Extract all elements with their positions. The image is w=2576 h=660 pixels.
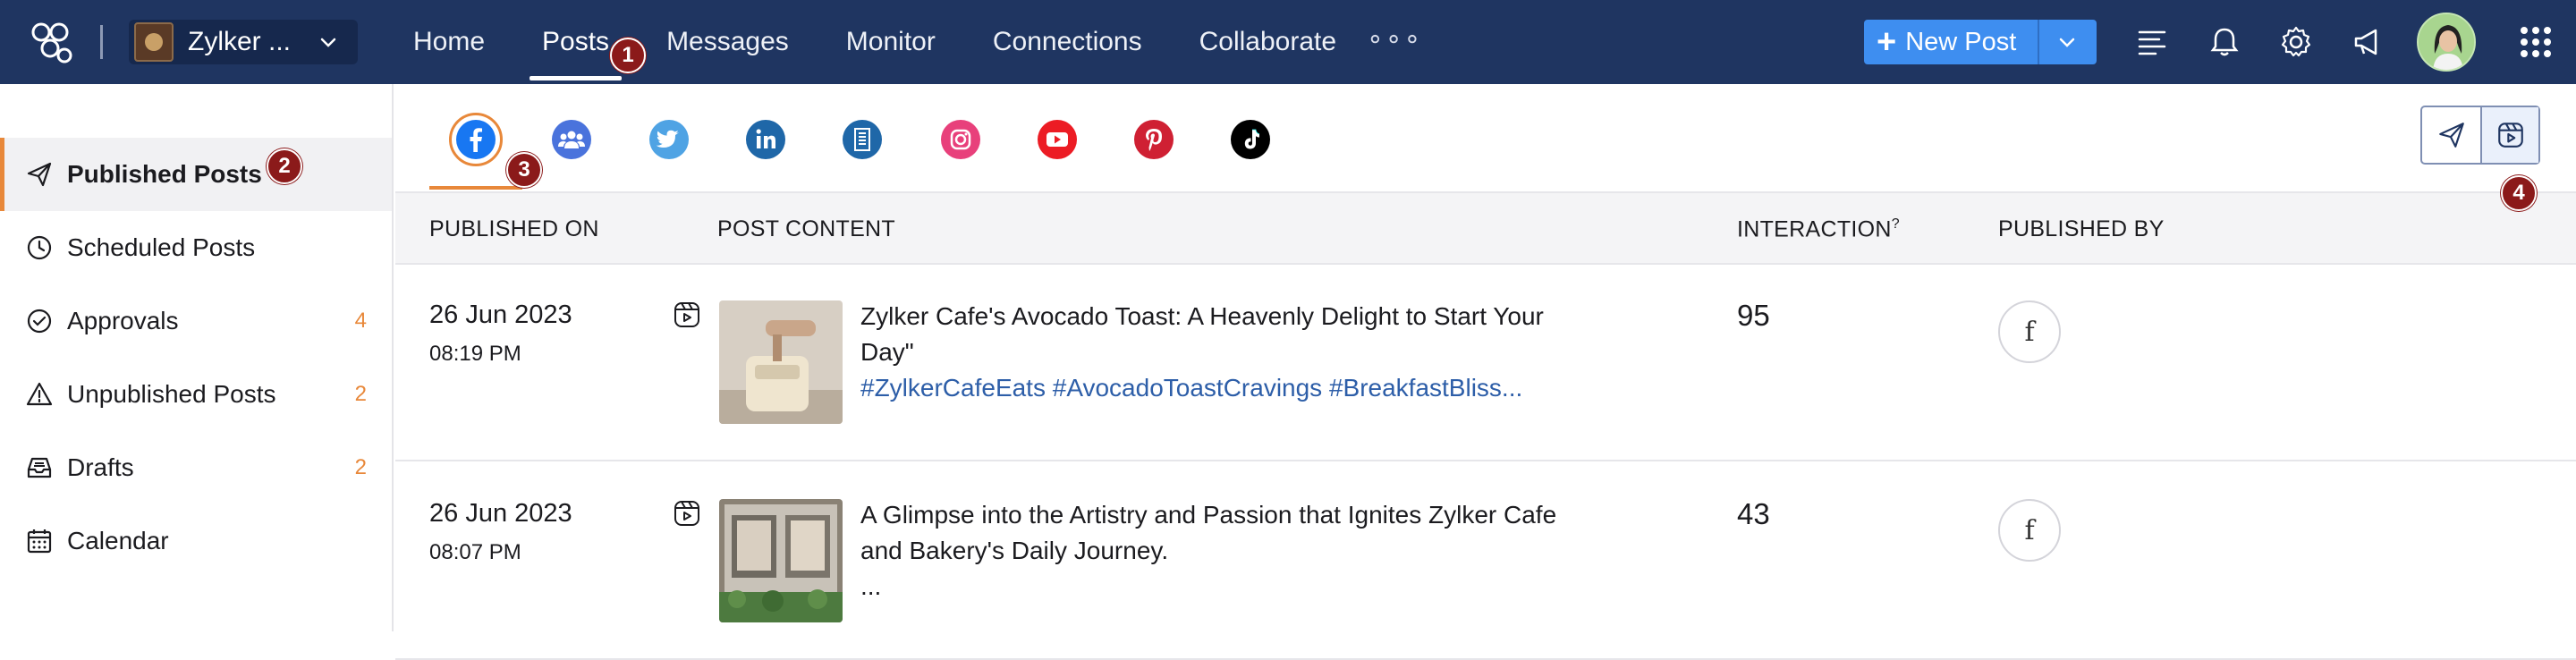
- active-channel-underline: [429, 186, 522, 190]
- post-content[interactable]: Zylker Cafe's Avocado Toast: A Heavenly …: [860, 299, 1594, 406]
- facebook-icon[interactable]: [456, 120, 496, 159]
- sidebar-item-label: Unpublished Posts: [67, 380, 276, 408]
- nav-connections[interactable]: Connections: [993, 0, 1142, 84]
- nav-monitor[interactable]: Monitor: [846, 0, 936, 84]
- brand-name: Zylker ...: [188, 27, 292, 56]
- check-circle-icon: [27, 309, 52, 334]
- paper-plane-icon: [2438, 123, 2464, 148]
- nav-posts[interactable]: Posts: [530, 0, 623, 84]
- unpublished-count: 2: [354, 382, 367, 406]
- reels-icon: [2497, 123, 2523, 148]
- more-menu-icon[interactable]: ∘∘∘: [1367, 23, 1422, 55]
- paper-plane-icon: [27, 162, 52, 187]
- column-published-on[interactable]: PUBLISHED ON: [429, 216, 599, 242]
- post-time: 08:07 PM: [429, 540, 521, 564]
- brand-switcher[interactable]: Zylker ...: [129, 20, 358, 64]
- post-content[interactable]: A Glimpse into the Artistry and Passion …: [860, 497, 1594, 605]
- sidebar-item-scheduled-posts[interactable]: Scheduled Posts: [0, 211, 392, 284]
- new-post-button[interactable]: + New Post: [1864, 20, 2097, 64]
- twitter-icon[interactable]: [649, 120, 689, 159]
- table-row[interactable]: 26 Jun 2023 08:19 PM Zylker Cafe's Avoca…: [395, 265, 2576, 461]
- table-row[interactable]: 26 Jun 2023 08:07 PM A Glimpse into the …: [395, 463, 2576, 660]
- interaction-count: 95: [1737, 299, 1770, 332]
- tiktok-icon[interactable]: [1231, 120, 1270, 159]
- nav-messages[interactable]: Messages: [666, 0, 789, 84]
- post-more-ellipsis[interactable]: ...: [860, 572, 881, 600]
- annotation-badge: 1: [610, 38, 646, 73]
- chevron-down-icon: [2059, 38, 2075, 47]
- new-post-main[interactable]: + New Post: [1864, 20, 2039, 64]
- drafts-tray-icon: [27, 457, 52, 478]
- new-post-dropdown[interactable]: [2039, 20, 2095, 64]
- reels-icon: [674, 302, 699, 327]
- sidebar-item-drafts[interactable]: Drafts 2: [0, 431, 392, 504]
- sidebar-item-approvals[interactable]: Approvals 4: [0, 284, 392, 358]
- sidebar-item-label: Published Posts: [67, 160, 262, 188]
- top-navigation-bar: Zylker ... Home Posts Messages Monitor C…: [0, 0, 2576, 84]
- sidebar-item-label: Drafts: [67, 453, 134, 481]
- clock-icon: [27, 235, 52, 260]
- post-thumbnail[interactable]: [719, 300, 843, 424]
- post-date: 26 Jun 2023: [429, 300, 572, 329]
- linkedin-icon[interactable]: [746, 120, 785, 159]
- announcement-megaphone-icon[interactable]: [2349, 23, 2386, 61]
- facebook-publisher-icon[interactable]: f: [1998, 300, 2061, 363]
- posts-table-header: PUBLISHED ON POST CONTENT INTERACTION? P…: [395, 191, 2576, 265]
- zoho-social-logo-icon[interactable]: [25, 18, 75, 68]
- approvals-count: 4: [354, 309, 367, 333]
- column-published-by: PUBLISHED BY: [1998, 216, 2165, 241]
- reels-icon: [674, 501, 699, 526]
- published-posts-main: PUBLISHED ON POST CONTENT INTERACTION? P…: [395, 84, 2576, 660]
- youtube-icon[interactable]: [1038, 120, 1077, 159]
- post-text: Zylker Cafe's Avocado Toast: A Heavenly …: [860, 302, 1544, 366]
- instagram-icon[interactable]: [941, 120, 980, 159]
- topbar-divider: [100, 25, 103, 59]
- annotation-badge: 2: [267, 148, 302, 184]
- facebook-publisher-icon[interactable]: f: [1998, 499, 2061, 562]
- sidebar-item-calendar[interactable]: Calendar: [0, 504, 392, 578]
- sidebar-item-unpublished-posts[interactable]: Unpublished Posts 2: [0, 358, 392, 431]
- column-interaction-label: INTERACTION: [1737, 216, 1892, 242]
- calendar-icon: [27, 529, 52, 554]
- drafts-count: 2: [354, 455, 367, 479]
- main-nav: Home Posts Messages Monitor Connections …: [413, 0, 1394, 84]
- sidebar-item-label: Scheduled Posts: [67, 233, 256, 261]
- annotation-badge: 3: [506, 152, 542, 188]
- chevron-down-icon: [320, 38, 336, 47]
- facebook-groups-icon[interactable]: [552, 120, 591, 159]
- linkedin-pages-icon[interactable]: [843, 120, 882, 159]
- post-time: 08:19 PM: [429, 342, 521, 366]
- interaction-help-icon[interactable]: ?: [1892, 216, 1900, 232]
- warning-triangle-icon: [26, 382, 53, 406]
- bell-icon[interactable]: [2206, 23, 2243, 61]
- posts-sidebar: Published Posts Scheduled Posts Approval…: [0, 84, 394, 631]
- activity-list-icon[interactable]: [2134, 23, 2172, 61]
- nav-home[interactable]: Home: [413, 0, 485, 84]
- new-post-label: New Post: [1905, 27, 2017, 56]
- view-toggle: [2420, 106, 2540, 165]
- user-avatar[interactable]: [2417, 13, 2476, 72]
- interaction-count: 43: [1737, 497, 1770, 530]
- column-post-content: POST CONTENT: [717, 216, 895, 241]
- app-grid-icon[interactable]: [2517, 23, 2555, 61]
- post-date: 26 Jun 2023: [429, 499, 572, 528]
- pinterest-icon[interactable]: [1134, 120, 1174, 159]
- column-interaction[interactable]: INTERACTION?: [1737, 216, 1900, 242]
- post-thumbnail[interactable]: [719, 499, 843, 622]
- sidebar-item-label: Approvals: [67, 307, 179, 334]
- reels-view-button[interactable]: [2480, 107, 2538, 163]
- annotation-badge: 4: [2501, 175, 2537, 211]
- channel-filter-bar: [395, 84, 2576, 191]
- post-text: A Glimpse into the Artistry and Passion …: [860, 501, 1557, 564]
- plus-icon: +: [1877, 23, 1897, 61]
- brand-avatar: [134, 22, 174, 62]
- posts-view-button[interactable]: [2422, 107, 2480, 163]
- post-hashtags[interactable]: #ZylkerCafeEats #AvocadoToastCravings #B…: [860, 374, 1522, 402]
- gear-icon[interactable]: [2277, 23, 2315, 61]
- nav-collaborate[interactable]: Collaborate: [1199, 0, 1336, 84]
- sidebar-item-label: Calendar: [67, 527, 169, 554]
- sidebar-item-published-posts[interactable]: Published Posts: [0, 138, 392, 211]
